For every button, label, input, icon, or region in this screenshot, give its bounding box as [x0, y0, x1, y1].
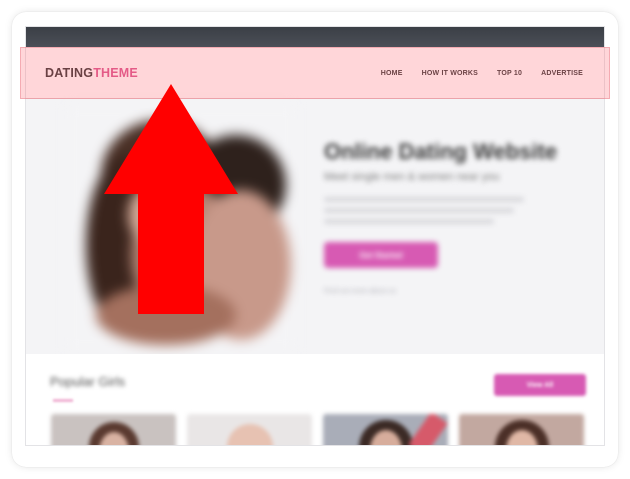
title-underline — [53, 399, 73, 402]
hero-paragraph — [324, 197, 584, 224]
popular-title: Popular Girls — [50, 374, 126, 389]
hero-note-link[interactable]: Find out more about us — [324, 288, 584, 295]
get-started-label: Get Started — [359, 250, 403, 260]
profile-thumbnails — [51, 414, 584, 445]
popular-section: Popular Girls View All — [26, 354, 604, 445]
profile-thumbnail[interactable] — [51, 414, 176, 445]
up-arrow-icon — [104, 84, 238, 314]
hero-subtitle: Meet single men & women near you — [324, 171, 500, 183]
paragraph-line — [324, 208, 514, 213]
paragraph-line — [324, 219, 494, 224]
hero-title: Online Dating Website — [324, 139, 558, 164]
profile-thumbnail[interactable] — [323, 414, 448, 445]
get-started-button[interactable]: Get Started — [324, 242, 438, 268]
browser-top-bar — [26, 27, 604, 47]
profile-thumbnail[interactable] — [459, 414, 584, 445]
hero-text-block: Online Dating Website Meet single men & … — [324, 139, 584, 295]
view-all-button[interactable]: View All — [494, 374, 586, 396]
view-all-label: View All — [526, 381, 554, 389]
profile-thumbnail[interactable] — [187, 414, 312, 445]
paragraph-line — [324, 197, 524, 202]
